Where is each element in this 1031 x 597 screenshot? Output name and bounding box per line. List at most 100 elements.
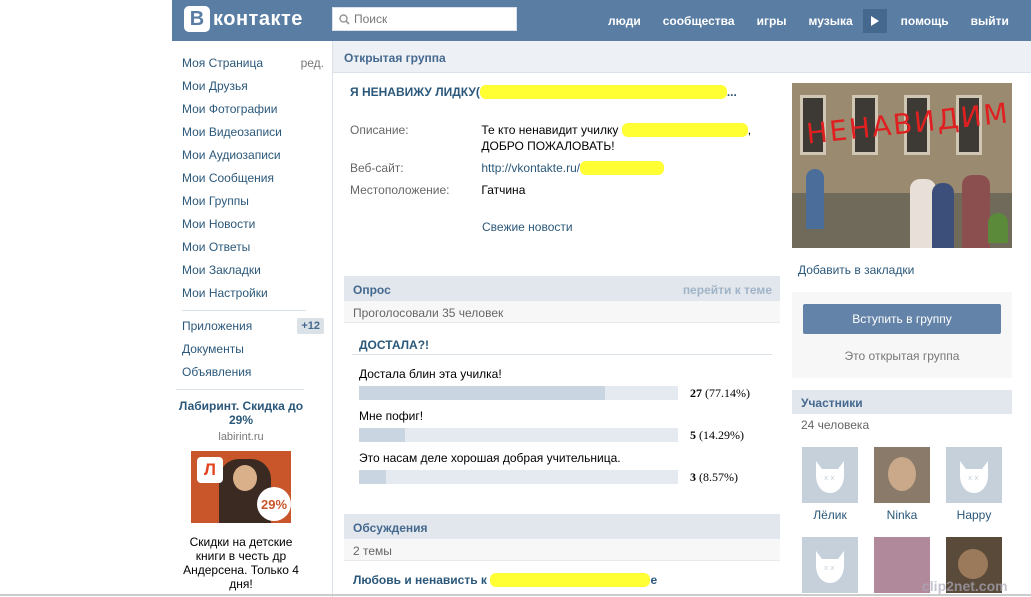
member-avatar[interactable] [874,447,930,503]
poll-title: Опрос [353,283,391,297]
member-name[interactable]: Лёлик [802,508,858,522]
discussions-count: 2 темы [344,539,780,561]
menu-audio[interactable]: Мои Аудиозаписи [182,143,324,166]
menu-label: Приложения [182,318,253,333]
fresh-news-link[interactable]: Свежие новости [482,220,573,234]
menu-label[interactable]: Моя Страница [182,56,263,70]
vk-logo[interactable]: В контакте [184,6,303,32]
ad-face [233,465,257,491]
default-avatar-icon[interactable]: x x [946,447,1002,503]
nav-communities[interactable]: сообщества [663,14,735,28]
default-avatar-icon[interactable]: x x [802,447,858,503]
menu-my-page[interactable]: Моя Страница ред. [182,51,324,74]
join-group-button[interactable]: Вступить в группу [803,304,1001,334]
answer-bar [359,428,678,442]
menu-label: Мои Ответы [182,239,251,254]
open-group-note: Это открытая группа [844,349,960,363]
answer-votes: 3 [690,470,696,484]
answer-label: Это насам деле хорошая добрая учительниц… [359,451,621,465]
menu-photos[interactable]: Мои Фотографии [182,97,324,120]
info-label: Местоположение: [350,183,450,197]
menu-divider [182,310,306,311]
discussions-header[interactable]: Обсуждения [344,514,780,539]
redacted-highlight: xxxxxxxxxxxxxxxxxxxxx [621,123,748,137]
member-name[interactable]: Happy [946,508,1002,522]
info-value: http://vkontakte.ru/xxxxxxxxxxxxxx [481,160,770,176]
member-card[interactable]: x x Лёлик [802,447,858,522]
topic-text-end: е [650,573,658,587]
menu-settings[interactable]: Мои Настройки [182,281,324,304]
members-count: 24 человека [801,418,870,432]
search-box[interactable] [332,7,517,31]
nav-people[interactable]: люди [608,14,641,28]
ad-image[interactable]: Л 29% [191,451,291,523]
menu-label: Мои Закладки [182,262,261,277]
ad-title[interactable]: Лабиринт. Скидка до 29% [176,399,306,427]
menu-friends[interactable]: Мои Друзья [182,74,324,97]
bottom-edge [0,594,1031,596]
discussion-topic-link[interactable]: Любовь и ненависть к xxxxxxxxxxxxxxxxxxx… [353,573,657,587]
goto-topic-link[interactable]: перейти к теме [683,283,772,297]
answer-bar-fill [359,386,606,400]
left-menu: Моя Страница ред. Мои Друзья Мои Фотограф… [182,51,324,383]
group-title: Я НЕНАВИЖУ ЛИДКУ(xxxxxxxxxxxxxxxxxxxxxxx… [350,85,737,99]
menu-ads[interactable]: Объявления [182,360,324,383]
menu-groups[interactable]: Мои Группы [182,189,324,212]
search-icon [339,13,350,25]
menu-bookmarks[interactable]: Мои Закладки [182,258,324,281]
poll-answer: Достала блин эта училка! 27 (77.14%) [359,367,769,400]
topic-text: Любовь и ненависть к [353,573,487,587]
discount-badge: 29% [257,487,291,521]
apps-count-badge[interactable]: +12 [297,317,324,334]
menu-messages[interactable]: Мои Сообщения [182,166,324,189]
menu-label: Мои Новости [182,216,256,231]
column-divider [332,41,333,597]
group-photo[interactable]: НЕНАВИДИМ [792,83,1012,248]
menu-label: Мои Сообщения [182,170,274,185]
menu-apps[interactable]: Приложения +12 [182,314,324,337]
answer-bar-fill [359,470,387,484]
menu-label: Мои Группы [182,193,249,208]
answer-pct: (77.14%) [705,386,750,400]
member-card[interactable]: x x Happy [946,447,1002,522]
menu-news[interactable]: Мои Новости [182,212,324,235]
search-input[interactable] [354,12,504,26]
info-label: Веб-сайт: [350,161,404,175]
members-header[interactable]: Участники [792,390,1012,414]
group-title-ellipsis: ... [726,85,737,99]
redacted-highlight: xxxxxxxxxxxxxxxxxxxxxxxxxxxxxxxxxxxxx [479,85,727,99]
nav-logout[interactable]: выйти [971,14,1009,28]
edit-link[interactable]: ред. [301,56,324,70]
logo-letter: В [184,6,210,32]
nav-music[interactable]: музыка [809,14,853,28]
play-icon[interactable] [862,8,887,33]
ad-block[interactable]: Лабиринт. Скидка до 29% labirint.ru Л 29… [176,390,306,591]
default-avatar-icon[interactable]: x x [802,537,858,593]
member-card[interactable]: x x [802,537,858,593]
photo-flowers [988,213,1008,243]
group-info: Описание: Те кто ненавидит училку xxxxxx… [350,122,770,204]
menu-label: Документы [182,341,244,356]
info-row-website: Веб-сайт: http://vkontakte.ru/xxxxxxxxxx… [350,160,770,176]
photo-person [962,175,990,248]
answer-count: 27 (77.14%) [690,386,750,401]
answer-count: 3 (8.57%) [690,470,738,485]
logo-text: контакте [213,7,303,30]
nav-games[interactable]: игры [757,14,787,28]
poll-answer: Это насам деле хорошая добрая учительниц… [359,451,769,484]
menu-label: Объявления [182,364,252,379]
info-row-description: Описание: Те кто ненавидит училку xxxxxx… [350,122,770,154]
nav-help[interactable]: помощь [901,14,949,28]
menu-docs[interactable]: Документы [182,337,324,360]
add-bookmark-link[interactable]: Добавить в закладки [798,263,914,277]
menu-answers[interactable]: Мои Ответы [182,235,324,258]
answer-bar-fill [359,428,405,442]
menu-label: Мои Фотографии [182,101,278,116]
top-header: В контакте люди сообщества игры музыка п… [172,0,1031,41]
menu-videos[interactable]: Мои Видеозаписи [182,120,324,143]
ad-text: Скидки на детские книги в честь др Андер… [183,535,299,591]
member-name[interactable]: Ninka [874,508,930,522]
member-card[interactable]: Ninka [874,447,930,522]
website-link[interactable]: http://vkontakte.ru/ [481,161,580,175]
group-type-header: Открытая группа [333,41,1031,73]
